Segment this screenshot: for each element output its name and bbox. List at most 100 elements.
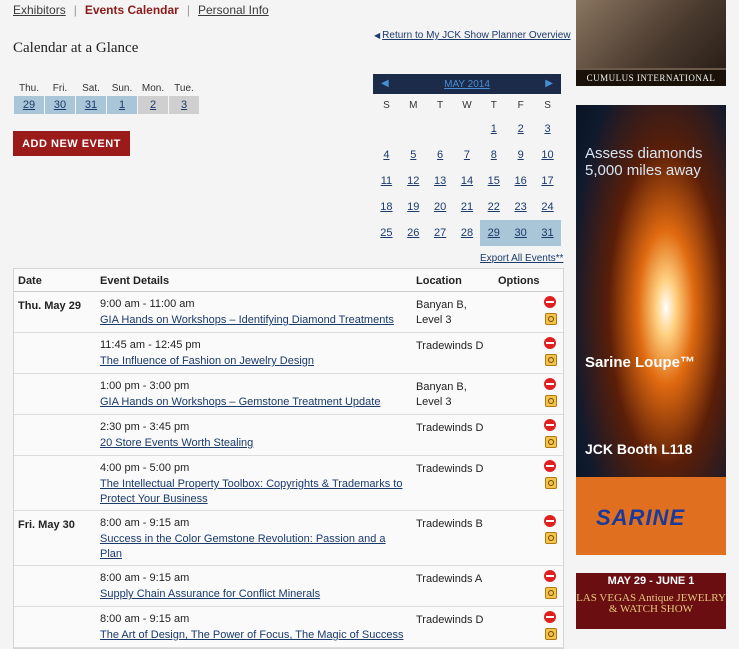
event-title-link[interactable]: Success in the Color Gemstone Revolution… — [100, 533, 386, 560]
calendar-day-cell[interactable]: 2 — [507, 116, 534, 142]
event-title-link[interactable]: GIA Hands on Workshops – Identifying Dia… — [100, 314, 394, 326]
calendar-day-link[interactable]: 28 — [461, 227, 473, 239]
calendar-day-cell[interactable]: 11 — [373, 168, 400, 194]
calendar-month-title[interactable]: MAY 2014 — [444, 79, 490, 90]
event-title-link[interactable]: The Intellectual Property Toolbox: Copyr… — [100, 478, 402, 505]
prev-month-icon[interactable]: ◀ — [381, 74, 389, 94]
calendar-day-cell[interactable]: 27 — [427, 220, 454, 246]
calendar-day-cell[interactable]: 8 — [480, 142, 507, 168]
calendar-day-cell[interactable]: 18 — [373, 194, 400, 220]
remove-event-icon[interactable] — [544, 419, 556, 431]
calendar-day-cell[interactable]: 10 — [534, 142, 561, 168]
calendar-day-link[interactable]: 15 — [488, 175, 500, 187]
calendar-day-link[interactable]: 24 — [541, 201, 553, 213]
calendar-day-link[interactable]: 16 — [515, 175, 527, 187]
event-title-link[interactable]: The Art of Design, The Power of Focus, T… — [100, 629, 403, 641]
reminder-icon[interactable] — [545, 477, 557, 489]
calendar-day-cell[interactable]: 1 — [480, 116, 507, 142]
sarine-ad[interactable]: Assess diamonds 5,000 miles away Sarine … — [576, 105, 726, 555]
week-date-cell[interactable]: 30 — [45, 96, 75, 114]
calendar-day-link[interactable]: 10 — [541, 149, 553, 161]
week-date-link[interactable]: 1 — [119, 99, 125, 111]
calendar-day-link[interactable]: 4 — [383, 149, 389, 161]
calendar-day-cell[interactable]: 28 — [454, 220, 481, 246]
calendar-day-link[interactable]: 19 — [407, 201, 419, 213]
next-month-icon[interactable]: ▶ — [545, 74, 553, 94]
remove-event-icon[interactable] — [544, 337, 556, 349]
calendar-day-link[interactable]: 26 — [407, 227, 419, 239]
week-date-link[interactable]: 30 — [54, 99, 66, 111]
calendar-day-cell[interactable]: 24 — [534, 194, 561, 220]
calendar-day-link[interactable]: 8 — [491, 149, 497, 161]
calendar-day-cell[interactable]: 3 — [534, 116, 561, 142]
calendar-day-cell[interactable]: 26 — [400, 220, 427, 246]
remove-event-icon[interactable] — [544, 378, 556, 390]
calendar-day-link[interactable]: 14 — [461, 175, 473, 187]
calendar-day-cell[interactable]: 21 — [454, 194, 481, 220]
remove-event-icon[interactable] — [544, 515, 556, 527]
event-title-link[interactable]: GIA Hands on Workshops – Gemstone Treatm… — [100, 396, 380, 408]
calendar-day-cell[interactable]: 25 — [373, 220, 400, 246]
calendar-day-link[interactable]: 20 — [434, 201, 446, 213]
calendar-day-link[interactable]: 3 — [544, 123, 550, 135]
calendar-day-link[interactable]: 31 — [541, 227, 553, 239]
event-title-link[interactable]: 20 Store Events Worth Stealing — [100, 437, 253, 449]
week-date-cell[interactable]: 3 — [169, 96, 199, 114]
calendar-day-link[interactable]: 21 — [461, 201, 473, 213]
calendar-day-cell[interactable]: 12 — [400, 168, 427, 194]
calendar-day-cell[interactable]: 23 — [507, 194, 534, 220]
nav-personal-info[interactable]: Personal Info — [198, 3, 269, 17]
calendar-day-link[interactable]: 22 — [488, 201, 500, 213]
calendar-day-cell[interactable]: 30 — [507, 220, 535, 246]
event-title-link[interactable]: Supply Chain Assurance for Conflict Mine… — [100, 588, 320, 600]
export-all-events-link[interactable]: Export All Events** — [480, 253, 563, 264]
reminder-icon[interactable] — [545, 532, 557, 544]
calendar-day-cell[interactable]: 19 — [400, 194, 427, 220]
calendar-day-link[interactable]: 18 — [380, 201, 392, 213]
week-date-cell[interactable]: 31 — [76, 96, 106, 114]
calendar-day-cell[interactable]: 6 — [427, 142, 454, 168]
calendar-day-link[interactable]: 11 — [381, 175, 392, 187]
add-new-event-button[interactable]: ADD NEW EVENT — [13, 131, 130, 156]
event-title-link[interactable]: The Influence of Fashion on Jewelry Desi… — [100, 355, 314, 367]
week-date-cell[interactable]: 2 — [138, 96, 168, 114]
remove-event-icon[interactable] — [544, 296, 556, 308]
calendar-day-link[interactable]: 12 — [407, 175, 419, 187]
calendar-day-link[interactable]: 17 — [541, 175, 553, 187]
reminder-icon[interactable] — [545, 628, 557, 640]
calendar-day-cell[interactable]: 7 — [454, 142, 481, 168]
calendar-day-link[interactable]: 13 — [434, 175, 446, 187]
remove-event-icon[interactable] — [544, 570, 556, 582]
nav-exhibitors[interactable]: Exhibitors — [13, 3, 66, 17]
reminder-icon[interactable] — [545, 354, 557, 366]
calendar-day-cell[interactable]: 16 — [507, 168, 534, 194]
nav-events-calendar[interactable]: Events Calendar — [85, 3, 179, 17]
reminder-icon[interactable] — [545, 313, 557, 325]
reminder-icon[interactable] — [545, 436, 557, 448]
week-date-cell[interactable]: 29 — [14, 96, 44, 114]
calendar-day-link[interactable]: 23 — [515, 201, 527, 213]
calendar-day-link[interactable]: 29 — [488, 227, 500, 239]
week-date-link[interactable]: 31 — [85, 99, 97, 111]
reminder-icon[interactable] — [545, 395, 557, 407]
calendar-day-cell[interactable]: 4 — [373, 142, 400, 168]
week-date-link[interactable]: 3 — [181, 99, 187, 111]
calendar-day-cell[interactable]: 14 — [454, 168, 481, 194]
calendar-day-link[interactable]: 27 — [434, 227, 446, 239]
return-overview-link[interactable]: Return to My JCK Show Planner Overview — [382, 30, 570, 41]
calendar-day-link[interactable]: 2 — [518, 123, 524, 135]
week-date-link[interactable]: 2 — [150, 99, 156, 111]
calendar-day-cell[interactable]: 31 — [534, 220, 561, 246]
calendar-day-cell[interactable]: 13 — [427, 168, 454, 194]
calendar-day-link[interactable]: 5 — [410, 149, 416, 161]
calendar-day-cell[interactable]: 20 — [427, 194, 454, 220]
reminder-icon[interactable] — [545, 587, 557, 599]
calendar-day-link[interactable]: 1 — [491, 123, 497, 135]
antique-show-ad[interactable]: MAY 29 - JUNE 1 LAS VEGAS Antique JEWELR… — [576, 573, 726, 629]
calendar-day-cell[interactable]: 17 — [534, 168, 561, 194]
calendar-day-cell[interactable]: 9 — [507, 142, 534, 168]
remove-event-icon[interactable] — [544, 611, 556, 623]
calendar-day-cell[interactable]: 29 — [480, 220, 508, 246]
week-date-link[interactable]: 29 — [23, 99, 35, 111]
calendar-day-cell[interactable]: 15 — [480, 168, 507, 194]
